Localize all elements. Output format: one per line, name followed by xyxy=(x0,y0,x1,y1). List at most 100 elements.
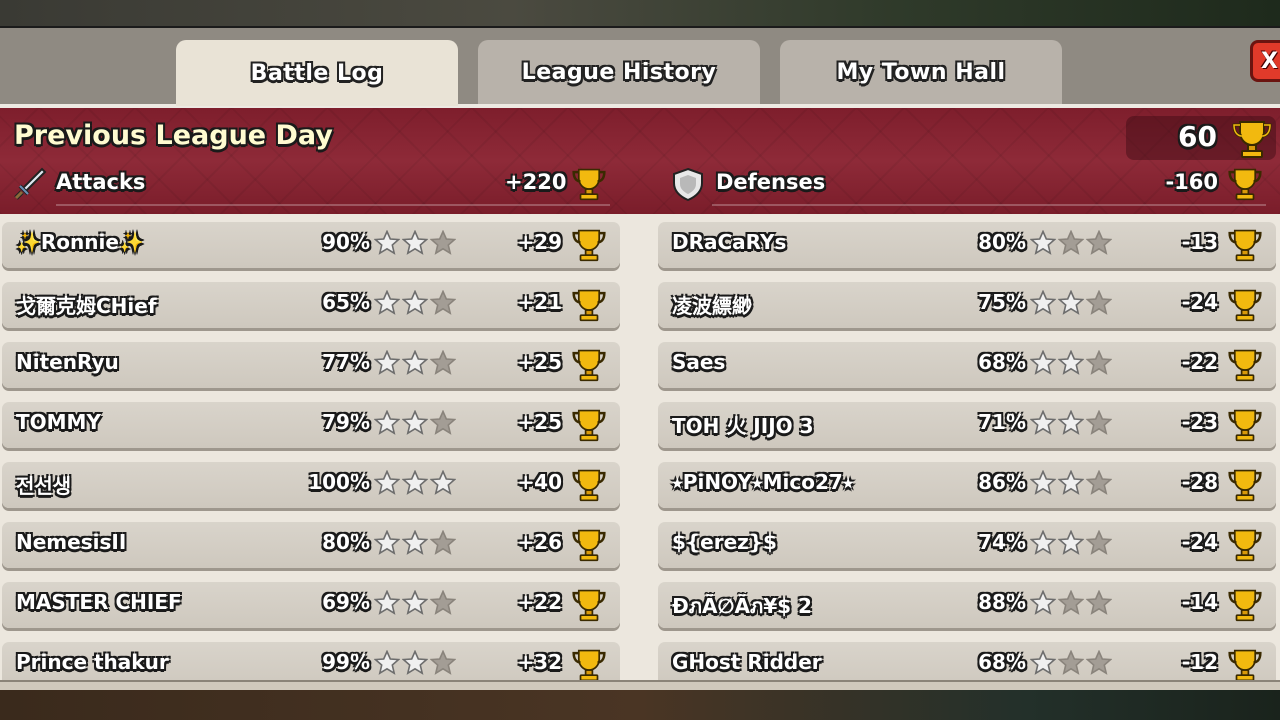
trophy-change: +26 xyxy=(517,530,562,554)
trophy-change: -12 xyxy=(1181,650,1218,674)
opponent-name: 凌波縹緲 xyxy=(672,294,752,318)
trophy-change: -28 xyxy=(1181,470,1218,494)
star-icon xyxy=(1058,290,1084,316)
destruction-percent: 90% xyxy=(322,230,370,254)
destruction-percent: 68% xyxy=(978,650,1026,674)
star-rating xyxy=(374,410,456,436)
tab-bar: Battle Log League History My Town Hall X xyxy=(0,28,1280,108)
tab-league-history[interactable]: League History xyxy=(478,40,760,104)
star-rating xyxy=(374,470,456,496)
attacks-divider xyxy=(56,204,610,206)
star-icon xyxy=(1086,590,1112,616)
banner-title: Previous League Day xyxy=(14,120,333,151)
star-icon xyxy=(430,410,456,436)
defenses-label: Defenses xyxy=(716,170,826,194)
attack-row[interactable]: NitenRyu 77% +25 xyxy=(2,342,620,388)
star-icon xyxy=(1030,590,1056,616)
star-icon xyxy=(1058,410,1084,436)
trophy-change: +40 xyxy=(517,470,562,494)
trophy-icon xyxy=(1228,166,1262,206)
opponent-name: ĐภÃ∅Ãภ¥$ 2 xyxy=(672,594,812,618)
defense-row[interactable]: DRaCaRYs 80% -13 xyxy=(658,222,1276,268)
defenses-divider xyxy=(712,204,1266,206)
destruction-percent: 88% xyxy=(978,590,1026,614)
attack-row[interactable]: TOMMY 79% +25 xyxy=(2,402,620,448)
star-icon xyxy=(374,650,400,676)
star-icon xyxy=(1086,530,1112,556)
star-icon xyxy=(402,590,428,616)
trophy-change: +25 xyxy=(517,350,562,374)
star-rating xyxy=(374,290,456,316)
trophy-icon xyxy=(1232,118,1272,164)
trophy-icon xyxy=(572,587,606,627)
tab-battle-log[interactable]: Battle Log xyxy=(176,40,458,106)
star-icon xyxy=(374,530,400,556)
destruction-percent: 77% xyxy=(322,350,370,374)
opponent-name: TOMMY xyxy=(16,410,101,434)
attack-row[interactable]: 戈爾克姆CHief 65% +21 xyxy=(2,282,620,328)
opponent-name: TOH 火 JIJO 3 xyxy=(672,414,814,438)
trophy-icon xyxy=(572,347,606,387)
star-icon xyxy=(1086,410,1112,436)
previous-league-day-banner: Previous League Day 60 Attacks +220 Defe… xyxy=(0,108,1280,214)
trophy-change: +22 xyxy=(517,590,562,614)
opponent-name: 戈爾克姆CHief xyxy=(16,294,157,318)
destruction-percent: 74% xyxy=(978,530,1026,554)
star-icon xyxy=(1030,530,1056,556)
destruction-percent: 71% xyxy=(978,410,1026,434)
star-icon xyxy=(402,470,428,496)
star-rating xyxy=(1030,350,1112,376)
attack-row[interactable]: NemesisII 80% +26 xyxy=(2,522,620,568)
destruction-percent: 65% xyxy=(322,290,370,314)
close-button[interactable]: X xyxy=(1250,40,1280,82)
defense-row[interactable]: ⭑PiNOY⭑Mico27⭑ 86% -28 xyxy=(658,462,1276,508)
opponent-name: GHost Ridder xyxy=(672,650,822,674)
star-icon xyxy=(430,230,456,256)
opponent-name: 전선생 xyxy=(16,474,72,498)
defense-row[interactable]: Saes 68% -22 xyxy=(658,342,1276,388)
trophy-change: +32 xyxy=(517,650,562,674)
star-icon xyxy=(1058,470,1084,496)
destruction-percent: 80% xyxy=(978,230,1026,254)
background-scenery-top xyxy=(0,0,1280,26)
trophy-icon xyxy=(1228,467,1262,507)
attack-row[interactable]: MASTER CHIEF 69% +22 xyxy=(2,582,620,628)
star-icon xyxy=(1030,470,1056,496)
opponent-name: DRaCaRYs xyxy=(672,230,787,254)
star-rating xyxy=(1030,470,1112,496)
opponent-name: ${erez}$ xyxy=(672,530,777,554)
trophy-icon xyxy=(572,407,606,447)
trophy-icon xyxy=(572,227,606,267)
star-rating xyxy=(374,350,456,376)
trophy-icon xyxy=(1228,287,1262,327)
defenses-total: -160 xyxy=(1165,170,1218,194)
star-icon xyxy=(374,470,400,496)
trophy-icon xyxy=(1228,527,1262,567)
trophy-icon xyxy=(572,467,606,507)
battle-log-panel: Battle Log League History My Town Hall X… xyxy=(0,26,1280,692)
star-rating xyxy=(374,230,456,256)
star-icon xyxy=(430,350,456,376)
star-icon xyxy=(374,350,400,376)
star-icon xyxy=(1030,290,1056,316)
trophy-icon xyxy=(572,166,606,206)
defense-row[interactable]: TOH 火 JIJO 3 71% -23 xyxy=(658,402,1276,448)
trophy-icon xyxy=(1228,227,1262,267)
tab-my-town-hall[interactable]: My Town Hall xyxy=(780,40,1062,104)
star-icon xyxy=(1030,350,1056,376)
trophy-change: -23 xyxy=(1181,410,1218,434)
attacks-total: +220 xyxy=(505,170,567,194)
trophy-icon xyxy=(1228,347,1262,387)
attack-row[interactable]: ✨Ronnie✨ 90% +29 xyxy=(2,222,620,268)
defense-row[interactable]: ĐภÃ∅Ãภ¥$ 2 88% -14 xyxy=(658,582,1276,628)
defense-row[interactable]: ${erez}$ 74% -24 xyxy=(658,522,1276,568)
tab-label: League History xyxy=(521,59,717,85)
star-icon xyxy=(1058,350,1084,376)
star-icon xyxy=(1030,650,1056,676)
trophy-change: +21 xyxy=(517,290,562,314)
trophy-icon xyxy=(1228,587,1262,627)
defense-row[interactable]: 凌波縹緲 75% -24 xyxy=(658,282,1276,328)
attack-row[interactable]: 전선생 100% +40 xyxy=(2,462,620,508)
star-icon xyxy=(1086,290,1112,316)
star-icon xyxy=(402,230,428,256)
